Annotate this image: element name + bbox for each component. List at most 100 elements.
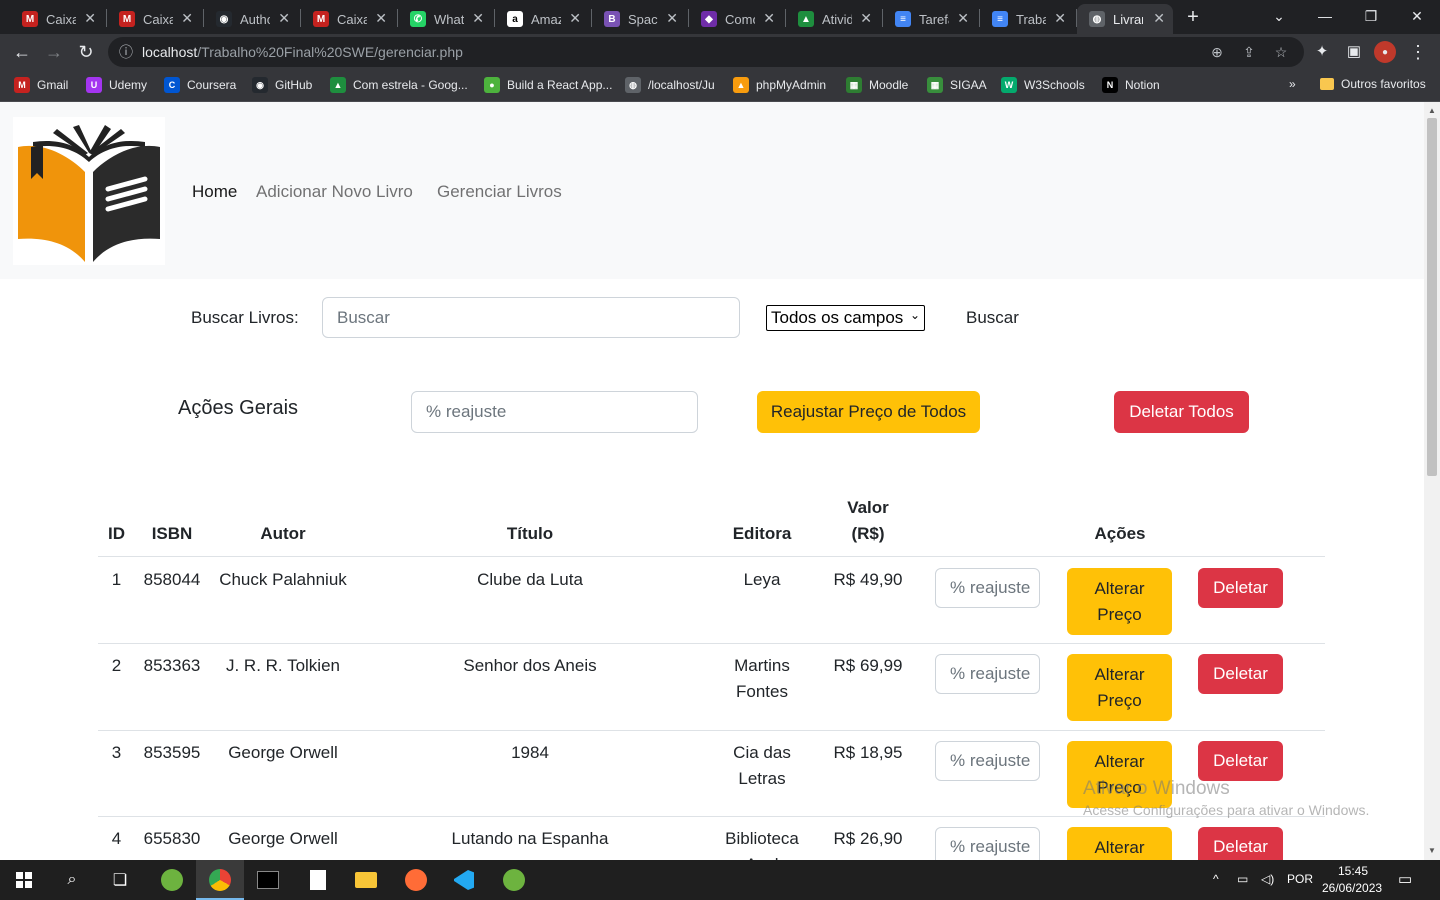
url-text[interactable]: localhost/Trabalho%20Final%20SWE/gerenci… bbox=[142, 44, 463, 60]
other-favorites-folder[interactable]: Outros favoritos bbox=[1320, 77, 1426, 91]
bookmark-item[interactable]: ▲ Com estrela - Goog... bbox=[330, 77, 468, 93]
close-tab-icon[interactable]: ✕ bbox=[278, 10, 290, 27]
scrollbar-thumb[interactable] bbox=[1427, 118, 1437, 476]
terminal-icon[interactable] bbox=[254, 866, 282, 894]
row-percent-input[interactable]: % reajuste bbox=[935, 568, 1040, 608]
row-percent-input[interactable]: % reajuste bbox=[935, 654, 1040, 694]
delete-all-button[interactable]: Deletar Todos bbox=[1114, 391, 1249, 433]
spring-tool-icon[interactable] bbox=[158, 866, 186, 894]
browser-tab[interactable]: ≡ Tarefa ✕ bbox=[883, 4, 977, 34]
close-tab-icon[interactable]: ✕ bbox=[375, 10, 387, 27]
bookmark-item[interactable]: W W3Schools bbox=[1001, 77, 1085, 93]
bookmark-item[interactable]: ▦ SIGAA bbox=[927, 77, 987, 93]
delete-book-button[interactable]: Deletar bbox=[1198, 654, 1283, 694]
network-icon[interactable]: ▭ bbox=[1237, 872, 1248, 886]
vscode-icon[interactable] bbox=[450, 866, 478, 894]
browser-tab[interactable]: ◆ Como ✕ bbox=[689, 4, 783, 34]
close-tab-icon[interactable]: ✕ bbox=[763, 10, 775, 27]
bookmark-item[interactable]: U Udemy bbox=[86, 77, 147, 93]
chrome-icon[interactable] bbox=[206, 866, 234, 894]
book-logo[interactable] bbox=[13, 117, 165, 265]
alter-price-button[interactable]: AlterarPreço bbox=[1067, 654, 1172, 721]
browser-tab[interactable]: ✆ WhatsApp ✕ bbox=[398, 4, 492, 34]
bookmark-item[interactable]: C Coursera bbox=[164, 77, 236, 93]
tab-search-icon[interactable]: ⌄ bbox=[1264, 4, 1294, 28]
browser-tab[interactable]: ▲ Atividades ✕ bbox=[786, 4, 880, 34]
nav-add-book-link[interactable]: Adicionar Novo Livro bbox=[256, 182, 413, 202]
adjust-all-prices-button[interactable]: Reajustar Preço de Todos bbox=[757, 391, 980, 433]
bookmark-item[interactable]: ◍ /localhost/Ju bbox=[625, 77, 715, 93]
search-icon[interactable]: ⌕ bbox=[58, 866, 86, 894]
close-tab-icon[interactable]: ✕ bbox=[84, 10, 96, 27]
bookmark-item[interactable]: M Gmail bbox=[14, 77, 68, 93]
file-explorer-icon[interactable] bbox=[352, 866, 380, 894]
bookmark-star-icon[interactable]: ☆ bbox=[1272, 43, 1290, 61]
bookmark-item[interactable]: ◉ GitHub bbox=[252, 77, 312, 93]
close-tab-icon[interactable]: ✕ bbox=[1054, 10, 1066, 27]
site-info-icon[interactable]: ⓘ bbox=[117, 43, 135, 61]
reload-icon[interactable]: ↻ bbox=[74, 40, 98, 64]
scroll-up-arrow-icon[interactable]: ▲ bbox=[1428, 106, 1436, 115]
close-tab-icon[interactable]: ✕ bbox=[957, 10, 969, 27]
browser-tab[interactable]: M Caixa de entrada ✕ bbox=[301, 4, 395, 34]
close-tab-icon[interactable]: ✕ bbox=[1153, 10, 1165, 27]
browser-tab[interactable]: ◍ Livraria ✕ bbox=[1077, 4, 1173, 34]
bookmark-item[interactable]: ▦ Moodle bbox=[846, 77, 908, 93]
row-percent-input[interactable]: % reajuste bbox=[935, 741, 1040, 781]
close-tab-icon[interactable]: ✕ bbox=[472, 10, 484, 27]
browser-tab[interactable]: M Caixa de entrada ✕ bbox=[107, 4, 201, 34]
file-icon[interactable] bbox=[304, 866, 332, 894]
search-input[interactable]: Buscar bbox=[322, 297, 740, 338]
browser-tab[interactable]: M Caixa de entrada ✕ bbox=[10, 4, 104, 34]
windows-start-icon[interactable] bbox=[10, 866, 38, 894]
back-icon[interactable]: ← bbox=[10, 40, 34, 64]
tray-chevron-icon[interactable]: ^ bbox=[1213, 872, 1219, 886]
browser-tab[interactable]: B Spacing ✕ bbox=[592, 4, 686, 34]
nav-home-link[interactable]: Home bbox=[192, 182, 237, 202]
delete-book-button[interactable]: Deletar bbox=[1198, 741, 1283, 781]
scroll-down-arrow-icon[interactable]: ▼ bbox=[1428, 846, 1436, 855]
adjust-all-percent-input[interactable]: % reajuste bbox=[411, 391, 698, 433]
page-scrollbar[interactable]: ▲ ▼ bbox=[1424, 102, 1440, 860]
restore-icon[interactable]: ❐ bbox=[1356, 4, 1386, 28]
side-panel-icon[interactable]: ▣ bbox=[1342, 40, 1366, 64]
alter-price-button[interactable]: AlterarPreço bbox=[1067, 741, 1172, 808]
search-button[interactable]: Buscar bbox=[966, 308, 1019, 328]
row-percent-input[interactable]: % reajuste bbox=[935, 827, 1040, 860]
volume-icon[interactable]: ◁) bbox=[1261, 872, 1274, 886]
address-bar[interactable]: ⓘ localhost/Trabalho%20Final%20SWE/geren… bbox=[108, 37, 1304, 67]
notifications-icon[interactable]: ▭ bbox=[1398, 870, 1412, 888]
spring-tool-icon[interactable] bbox=[500, 866, 528, 894]
zoom-icon[interactable]: ⊕ bbox=[1208, 43, 1226, 61]
close-window-icon[interactable]: ✕ bbox=[1402, 4, 1432, 28]
profile-avatar[interactable]: ● bbox=[1374, 41, 1396, 63]
share-icon[interactable]: ⇪ bbox=[1240, 43, 1258, 61]
bookmark-item[interactable]: ▲ phpMyAdmin bbox=[733, 77, 826, 93]
postman-icon[interactable] bbox=[402, 866, 430, 894]
browser-tab[interactable]: ◉ Authorization ✕ bbox=[204, 4, 298, 34]
minimize-icon[interactable]: — bbox=[1310, 4, 1340, 28]
bookmark-item[interactable]: ● Build a React App... bbox=[484, 77, 612, 93]
alter-price-button[interactable]: AlterarPreço bbox=[1067, 827, 1172, 860]
close-tab-icon[interactable]: ✕ bbox=[181, 10, 193, 27]
more-bookmarks-button[interactable]: » bbox=[1289, 77, 1296, 91]
clock-time[interactable]: 15:45 bbox=[1338, 864, 1368, 878]
bookmark-item[interactable]: N Notion bbox=[1102, 77, 1160, 93]
browser-tab[interactable]: a Amazon ✕ bbox=[495, 4, 589, 34]
new-tab-button[interactable]: + bbox=[1180, 6, 1206, 28]
close-tab-icon[interactable]: ✕ bbox=[860, 10, 872, 27]
delete-book-button[interactable]: Deletar bbox=[1198, 827, 1283, 860]
clock-date[interactable]: 26/06/2023 bbox=[1322, 881, 1382, 895]
delete-book-button[interactable]: Deletar bbox=[1198, 568, 1283, 608]
forward-icon[interactable]: → bbox=[42, 40, 66, 64]
close-tab-icon[interactable]: ✕ bbox=[569, 10, 581, 27]
nav-manage-books-link[interactable]: Gerenciar Livros bbox=[437, 182, 562, 202]
task-view-icon[interactable]: ❏ bbox=[106, 866, 134, 894]
search-field-select[interactable]: Todos os campos ⌄ bbox=[766, 305, 925, 331]
alter-price-button[interactable]: AlterarPreço bbox=[1067, 568, 1172, 635]
language-indicator[interactable]: POR bbox=[1287, 872, 1313, 886]
menu-icon[interactable]: ⋮ bbox=[1406, 40, 1430, 64]
browser-tab[interactable]: ≡ Trabalho ✕ bbox=[980, 4, 1074, 34]
close-tab-icon[interactable]: ✕ bbox=[666, 10, 678, 27]
extensions-icon[interactable]: ✦ bbox=[1310, 40, 1334, 64]
